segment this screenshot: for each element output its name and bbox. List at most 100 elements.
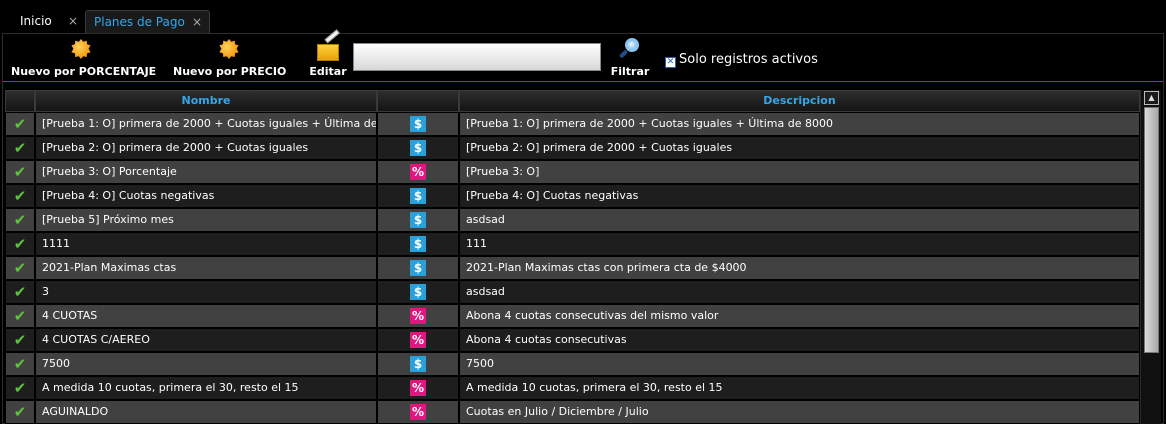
active-cell: ✔ — [5, 232, 35, 256]
column-header-descripcion[interactable]: Descripcion — [459, 90, 1140, 112]
type-cell: $ — [377, 208, 459, 232]
type-cell: % — [377, 304, 459, 328]
edit-icon — [315, 38, 341, 61]
vertical-scrollbar[interactable]: ▲ — [1140, 90, 1161, 424]
type-cell: % — [377, 376, 459, 400]
name-cell: [Prueba 2: O] primera de 2000 + Cuotas i… — [35, 136, 377, 160]
active-only-filter[interactable]: ✕ Solo registros activos — [665, 52, 818, 68]
tab-label: Planes de Pago — [94, 15, 185, 29]
new-by-percentage-button[interactable]: Nuevo por PORCENTAJE — [11, 38, 157, 78]
table-row[interactable]: ✔ 1111 $111 — [5, 232, 1140, 256]
name-cell: [Prueba 1: O] primera de 2000 + Cuotas i… — [35, 112, 377, 136]
description-cell: asdsad — [459, 208, 1140, 232]
search-input[interactable] — [353, 43, 601, 71]
type-cell: $ — [377, 136, 459, 160]
name-cell: 4 CUOTAS C/AEREO — [35, 328, 377, 352]
active-cell: ✔ — [5, 400, 35, 424]
type-cell: % — [377, 328, 459, 352]
dollar-icon: $ — [410, 260, 426, 276]
name-cell: [Prueba 4: O] Cuotas negativas — [35, 184, 377, 208]
checkmark-icon: ✔ — [13, 259, 27, 277]
dollar-icon: $ — [410, 284, 426, 300]
description-cell: A medida 10 cuotas, primera el 30, resto… — [459, 376, 1140, 400]
tab-inicio[interactable]: Inicio × — [8, 10, 84, 33]
table-row[interactable]: ✔ 3 $ asdsad — [5, 280, 1140, 304]
name-cell: 2021-Plan Maximas ctas — [35, 256, 377, 280]
active-cell: ✔ — [5, 328, 35, 352]
table-row[interactable]: ✔ [Prueba 1: O] primera de 2000 + Cuotas … — [5, 112, 1140, 136]
dollar-icon: $ — [410, 236, 426, 252]
name-cell: [Prueba 5] Próximo mes — [35, 208, 377, 232]
dollar-icon: $ — [410, 188, 426, 204]
type-cell: $ — [377, 232, 459, 256]
new-by-price-button[interactable]: Nuevo por PRECIO — [173, 38, 287, 78]
active-cell: ✔ — [5, 304, 35, 328]
button-label: Nuevo por PRECIO — [173, 65, 287, 78]
description-cell: [Prueba 2: O] primera de 2000 + Cuotas i… — [459, 136, 1140, 160]
table-row[interactable]: ✔ [Prueba 5] Próximo mes $ asdsad — [5, 208, 1140, 232]
edit-button[interactable]: Editar — [307, 38, 349, 78]
scroll-thumb[interactable] — [1144, 107, 1159, 353]
description-cell: [Prueba 1: O] primera de 2000 + Cuotas i… — [459, 112, 1140, 136]
search-icon — [618, 38, 642, 60]
dollar-icon: $ — [410, 116, 426, 132]
active-only-checkbox[interactable]: ✕ — [665, 57, 676, 68]
table-row[interactable]: ✔ 7500 $7500 — [5, 352, 1140, 376]
table-row[interactable]: ✔ AGUINALDO% Cuotas en Julio / Diciembre /… — [5, 400, 1140, 424]
scroll-up-button[interactable]: ▲ — [1144, 91, 1159, 105]
type-cell: $ — [377, 184, 459, 208]
percent-icon: % — [410, 380, 426, 396]
name-cell: [Prueba 3: O] Porcentaje — [35, 160, 377, 184]
active-cell: ✔ — [5, 280, 35, 304]
description-cell: Abona 4 cuotas consecutivas — [459, 328, 1140, 352]
table-row[interactable]: ✔ 4 CUOTAS% Abona 4 cuotas consecutivas de… — [5, 304, 1140, 328]
active-cell: ✔ — [5, 136, 35, 160]
table-row[interactable]: ✔ 2021-Plan Maximas ctas $2021-Plan Maxima… — [5, 256, 1140, 280]
active-cell: ✔ — [5, 184, 35, 208]
description-cell: [Prueba 4: O] Cuotas negativas — [459, 184, 1140, 208]
tab-planes-de-pago[interactable]: Planes de Pago × — [85, 10, 210, 33]
sun-icon — [218, 38, 240, 60]
tab-bar: Inicio × Planes de Pago × — [0, 0, 1166, 33]
column-header-nombre[interactable]: Nombre — [35, 90, 377, 112]
checkmark-icon: ✔ — [13, 379, 27, 397]
active-only-label: Solo registros activos — [679, 52, 818, 67]
checkmark-icon: ✔ — [13, 211, 27, 229]
filter-button[interactable]: Filtrar — [609, 38, 651, 78]
checkmark-icon: ✔ — [13, 283, 27, 301]
type-cell: % — [377, 160, 459, 184]
description-cell: 2021-Plan Maximas ctas con primera cta d… — [459, 256, 1140, 280]
button-label: Editar — [309, 65, 347, 78]
description-cell: Abona 4 cuotas consecutivas del mismo va… — [459, 304, 1140, 328]
checkmark-icon: ✔ — [13, 331, 27, 349]
name-cell: 1111 — [35, 232, 377, 256]
close-icon[interactable]: × — [192, 11, 202, 34]
column-header-active[interactable] — [5, 90, 35, 112]
toolbar: Nuevo por PORCENTAJE Nuevo por PRECIO Ed… — [3, 34, 1163, 82]
dollar-icon: $ — [410, 212, 426, 228]
checkmark-icon: ✔ — [13, 115, 27, 133]
table-row[interactable]: ✔ A medida 10 cuotas, primera el 30, rest… — [5, 376, 1140, 400]
table-row[interactable]: ✔ 4 CUOTAS C/AEREO% Abona 4 cuotas consecu… — [5, 328, 1140, 352]
grid-header: Nombre Descripcion — [5, 90, 1140, 112]
percent-icon: % — [410, 404, 426, 420]
type-cell: $ — [377, 352, 459, 376]
button-label: Nuevo por PORCENTAJE — [11, 65, 157, 78]
name-cell: 7500 — [35, 352, 377, 376]
type-cell: $ — [377, 280, 459, 304]
percent-icon: % — [410, 332, 426, 348]
table-row[interactable]: ✔ [Prueba 2: O] primera de 2000 + Cuotas … — [5, 136, 1140, 160]
table-row[interactable]: ✔ [Prueba 3: O] Porcentaje% [Prueba 3: O] — [5, 160, 1140, 184]
toolbar-divider — [3, 81, 1163, 82]
name-cell: AGUINALDO — [35, 400, 377, 424]
percent-icon: % — [410, 308, 426, 324]
checkmark-icon: ✔ — [13, 187, 27, 205]
table-row[interactable]: ✔ [Prueba 4: O] Cuotas negativas $ [Prueba … — [5, 184, 1140, 208]
checkmark-icon: ✔ — [13, 307, 27, 325]
column-header-type[interactable] — [377, 90, 459, 112]
tab-label: Inicio — [20, 14, 52, 28]
close-icon[interactable]: × — [68, 10, 78, 33]
name-cell: 4 CUOTAS — [35, 304, 377, 328]
type-cell: $ — [377, 256, 459, 280]
checkmark-icon: ✔ — [13, 235, 27, 253]
